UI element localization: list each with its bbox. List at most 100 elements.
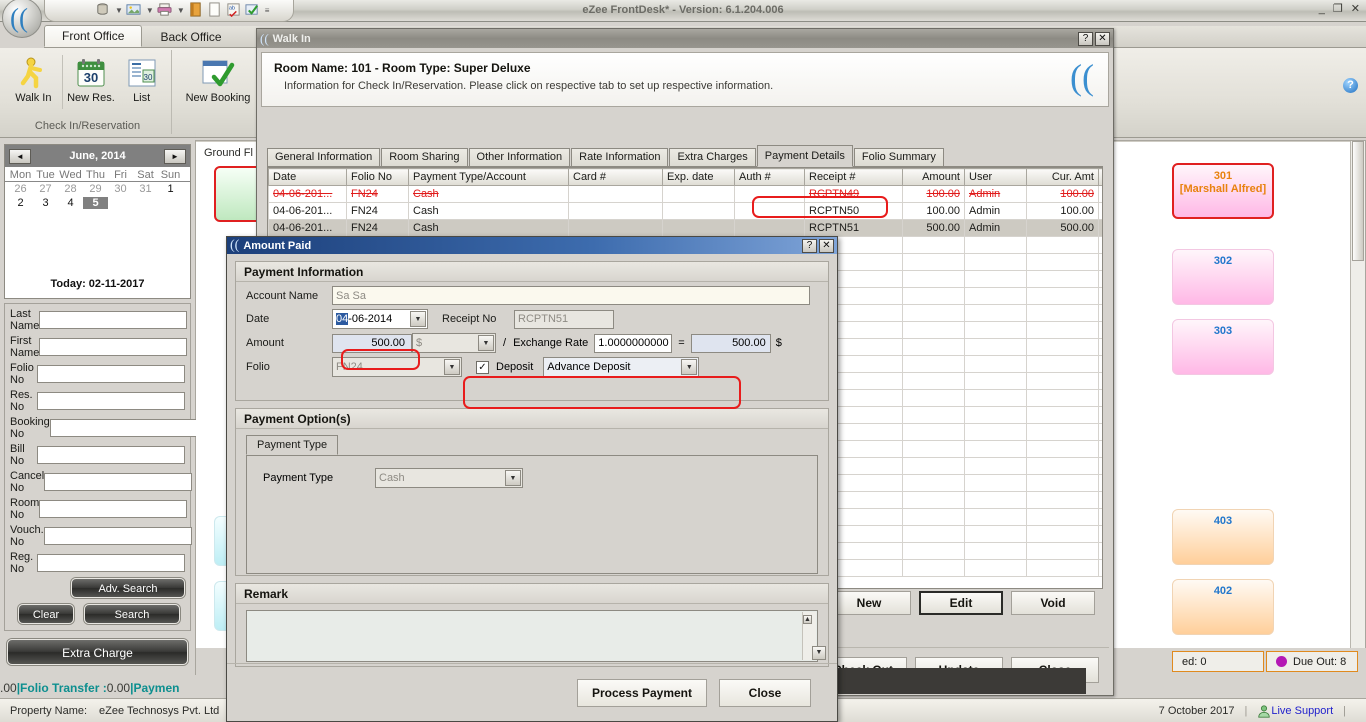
calendar-day[interactable]: 2 <box>8 197 33 209</box>
close-icon[interactable]: ✕ <box>1351 3 1360 15</box>
adv-search-button[interactable]: Adv. Search <box>71 578 185 598</box>
amount-input[interactable]: 500.00 <box>332 333 412 353</box>
folio-no-input[interactable] <box>37 365 185 383</box>
tab-folio-summary[interactable]: Folio Summary <box>853 148 944 166</box>
calendar-day-selected[interactable]: 5 <box>83 197 108 209</box>
ribbon-button-new-booking[interactable]: New Booking <box>180 53 256 104</box>
restore-icon[interactable]: ❐ <box>1333 3 1343 15</box>
scroll-up-icon[interactable]: ▲ <box>803 615 812 624</box>
col-payment-type[interactable]: Payment Type/Account <box>408 168 569 186</box>
database-icon[interactable] <box>95 2 112 19</box>
room-tile-302[interactable]: 302 <box>1172 249 1274 305</box>
booking-no-input[interactable] <box>49 419 198 437</box>
calendar-day[interactable]: 27 <box>33 183 58 195</box>
col-user[interactable]: User <box>964 168 1027 186</box>
last-name-input[interactable] <box>39 311 188 329</box>
chevron-down-icon[interactable]: ▼ <box>681 359 698 375</box>
calendar-day[interactable]: 4 <box>58 197 83 209</box>
process-payment-button[interactable]: Process Payment <box>576 678 707 707</box>
room-no-input[interactable] <box>39 500 188 518</box>
col-date[interactable]: Date <box>268 168 347 186</box>
tab-rate-information[interactable]: Rate Information <box>571 148 669 166</box>
book-icon[interactable] <box>188 2 205 19</box>
checkmark-icon[interactable] <box>245 2 262 19</box>
chevron-down-icon[interactable]: ▼ <box>478 335 494 351</box>
first-name-input[interactable] <box>39 338 188 356</box>
calendar-day[interactable]: 26 <box>8 183 33 195</box>
spellcheck-icon[interactable]: ab <box>226 2 243 19</box>
tab-front-office[interactable]: Front Office <box>44 25 143 47</box>
qat-overflow-icon[interactable]: ≡ <box>264 6 271 15</box>
app-logo-orb[interactable]: (( <box>2 0 42 38</box>
extra-charge-button[interactable]: Extra Charge <box>7 639 188 665</box>
tab-general-information[interactable]: General Information <box>267 148 381 166</box>
printer-icon[interactable] <box>157 2 174 19</box>
chevron-down-icon[interactable]: ▼ <box>114 6 124 15</box>
calendar-day[interactable]: 30 <box>108 183 133 195</box>
currency-combo[interactable]: $ ▼ <box>412 333 496 353</box>
chevron-down-icon[interactable]: ▼ <box>176 6 186 15</box>
help-icon[interactable]: ? <box>1343 78 1358 93</box>
edit-button[interactable]: Edit <box>919 591 1003 615</box>
remark-scrollbar[interactable]: ▲ ▼ <box>802 612 826 660</box>
close-icon[interactable]: ✕ <box>819 238 834 253</box>
scroll-down-icon[interactable]: ▼ <box>811 646 826 660</box>
search-button[interactable]: Search <box>84 604 180 624</box>
tab-room-sharing[interactable]: Room Sharing <box>381 148 468 166</box>
col-cur-amt[interactable]: Cur. Amt <box>1026 168 1099 186</box>
live-support-link[interactable]: Live Support <box>1271 705 1333 717</box>
room-tile-403[interactable]: 403 <box>1172 509 1274 565</box>
chevron-down-icon[interactable]: ▼ <box>145 6 155 15</box>
new-button[interactable]: New <box>827 591 911 615</box>
deposit-checkbox[interactable]: ✓ <box>476 360 489 374</box>
date-combo[interactable]: 04 -06-2014 ▼ <box>332 309 428 329</box>
close-icon[interactable]: ✕ <box>1095 31 1110 46</box>
table-row[interactable]: 04-06-201... FN24 Cash RCPTN51 500.00 Ad… <box>268 219 1102 237</box>
chevron-down-icon[interactable]: ▼ <box>410 311 426 327</box>
ribbon-button-walk-in[interactable]: Walk In <box>8 53 59 104</box>
room-tile-301[interactable]: 301 [Marshall Alfred] <box>1172 163 1274 219</box>
payment-type-combo[interactable]: Cash ▼ <box>375 468 523 488</box>
canvas-vertical-scrollbar[interactable] <box>1350 141 1365 674</box>
void-button[interactable]: Void <box>1011 591 1095 615</box>
calendar-day[interactable]: 1 <box>158 183 183 195</box>
room-tile-402[interactable]: 402 <box>1172 579 1274 635</box>
chevron-down-icon[interactable]: ▼ <box>444 359 460 375</box>
cancel-no-input[interactable] <box>44 473 193 491</box>
deposit-type-combo[interactable]: Advance Deposit ▼ <box>543 357 700 377</box>
room-tile-303[interactable]: 303 <box>1172 319 1274 375</box>
chevron-down-icon[interactable]: ▼ <box>505 470 521 486</box>
col-auth[interactable]: Auth # <box>734 168 805 186</box>
table-row[interactable]: 04-06-201... FN24 Cash RCPTN50 100.00 Ad… <box>268 202 1102 220</box>
close-button[interactable]: Close <box>719 678 811 707</box>
col-folio-no[interactable]: Folio No <box>346 168 409 186</box>
image-icon[interactable] <box>126 2 143 19</box>
tab-extra-charges[interactable]: Extra Charges <box>669 148 756 166</box>
account-name-field[interactable]: Sa Sa <box>332 286 810 305</box>
clear-button[interactable]: Clear <box>18 604 74 624</box>
exchange-rate-input[interactable]: 1.0000000000 <box>594 333 673 353</box>
calendar-prev-button[interactable]: ◄ <box>9 148 31 164</box>
remark-textarea[interactable]: ▲ ▼ <box>246 610 826 662</box>
col-card[interactable]: Card # <box>568 168 663 186</box>
col-amount[interactable]: Amount <box>902 168 965 186</box>
tab-other-information[interactable]: Other Information <box>468 148 571 166</box>
calendar-day[interactable]: 31 <box>133 183 158 195</box>
scrollbar-thumb[interactable] <box>1352 141 1364 261</box>
help-icon[interactable]: ? <box>1078 31 1093 46</box>
voucher-no-input[interactable] <box>43 527 192 545</box>
table-row[interactable]: 04-06-201... FN24 Cash RCPTN49 100.00 Ad… <box>268 185 1102 203</box>
res-no-input[interactable] <box>37 392 185 410</box>
folio-combo[interactable]: FN24 ▼ <box>332 357 462 377</box>
col-receipt[interactable]: Receipt # <box>804 168 903 186</box>
tab-payment-type[interactable]: Payment Type <box>246 435 339 455</box>
note-icon[interactable] <box>207 2 224 19</box>
reg-no-input[interactable] <box>37 554 185 572</box>
bill-no-input[interactable] <box>37 446 185 464</box>
ribbon-button-new-res[interactable]: 30 New Res. <box>66 53 117 104</box>
calendar-day[interactable]: 3 <box>33 197 58 209</box>
calendar-day[interactable]: 29 <box>83 183 108 195</box>
ribbon-button-list[interactable]: 30 List <box>116 53 167 104</box>
col-exp-date[interactable]: Exp. date <box>662 168 735 186</box>
col-sign[interactable]: Sign <box>1098 168 1102 186</box>
